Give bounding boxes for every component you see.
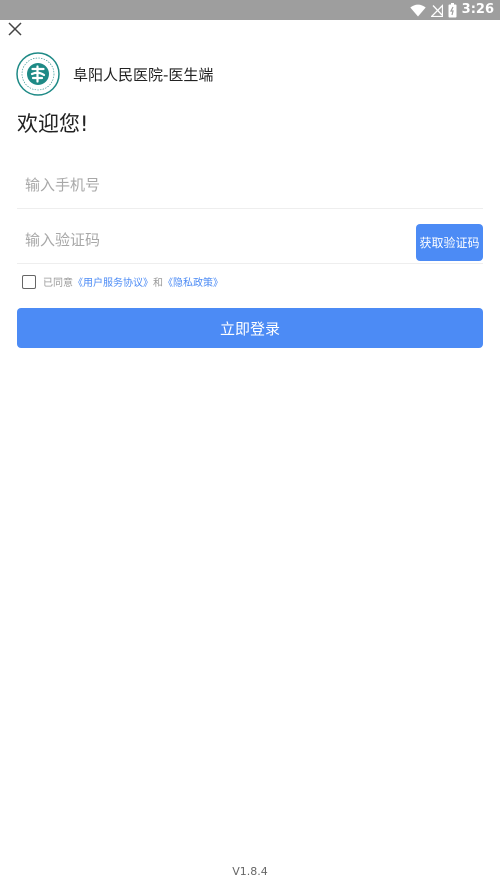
get-code-button[interactable]: 获取验证码: [416, 224, 483, 261]
verification-code-input[interactable]: [17, 217, 387, 263]
app-title: 阜阳人民医院-医生端: [73, 65, 214, 84]
login-button[interactable]: 立即登录: [17, 308, 483, 348]
status-bar: 3:26: [0, 0, 500, 20]
battery-icon: [448, 2, 457, 17]
welcome-heading: 欢迎您!: [17, 112, 89, 136]
agreement-checkbox[interactable]: [22, 274, 36, 289]
agreement-and: 和: [153, 278, 163, 289]
hospital-logo-icon: [16, 52, 60, 96]
agreement-prefix: 已同意: [43, 278, 73, 289]
privacy-policy-link[interactable]: 《隐私政策》: [163, 274, 223, 289]
signal-icon: [430, 3, 443, 17]
status-time: 3:26: [461, 2, 494, 17]
phone-field: [17, 162, 483, 209]
user-agreement-link[interactable]: 《用户服务协议》: [73, 274, 153, 289]
version-label: V1.8.4: [232, 865, 268, 878]
app-header: 阜阳人民医院-医生端: [16, 52, 213, 96]
agreement-row: 已同意 《用户服务协议》 和 《隐私政策》: [22, 274, 223, 289]
status-icons: 3:26: [409, 2, 494, 18]
phone-input[interactable]: [17, 162, 387, 208]
close-button[interactable]: [6, 20, 24, 38]
wifi-icon: [409, 4, 426, 17]
code-field: 获取验证码: [17, 217, 483, 264]
close-icon: [8, 22, 22, 36]
